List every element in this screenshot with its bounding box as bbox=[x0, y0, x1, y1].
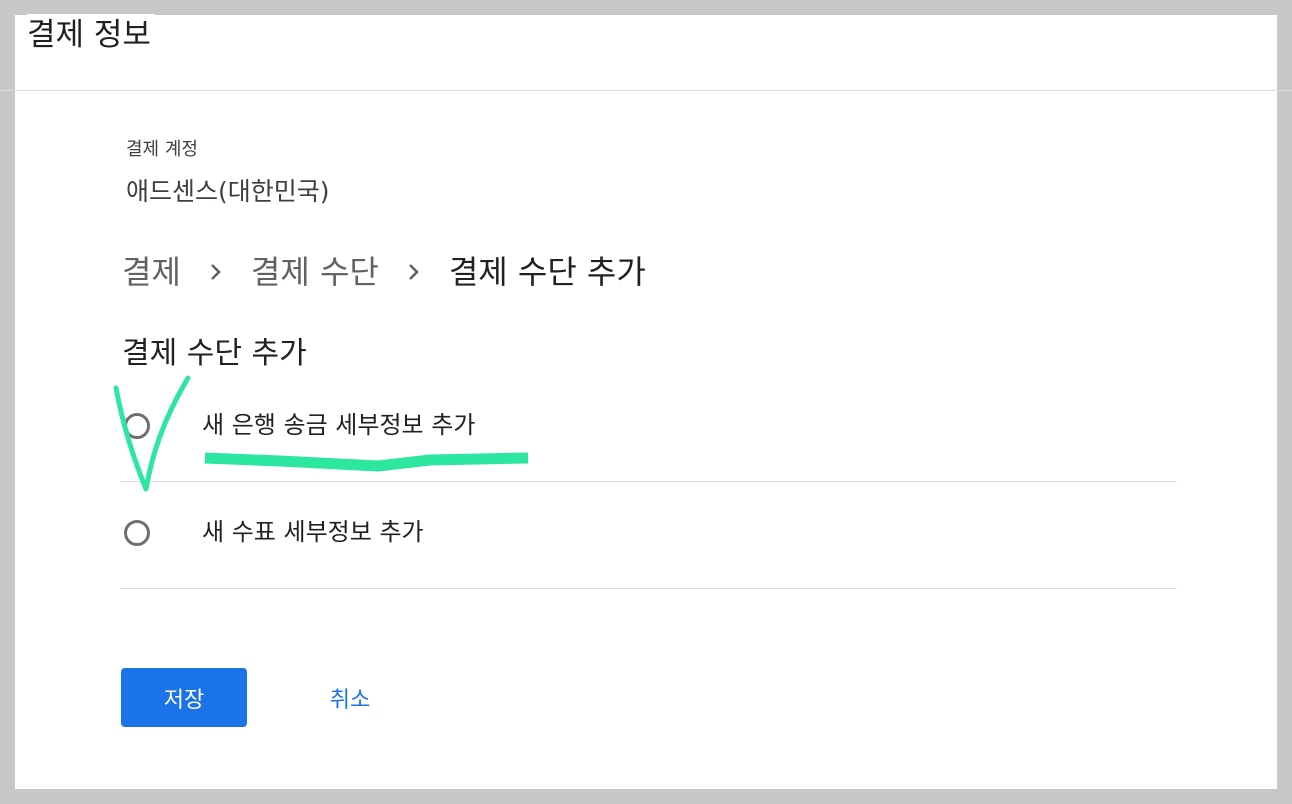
breadcrumb-payment-methods-link[interactable]: 결제 수단 bbox=[251, 249, 379, 295]
chevron-right-icon bbox=[379, 263, 449, 281]
cancel-button[interactable]: 취소 bbox=[310, 668, 390, 727]
breadcrumb-current: 결제 수단 추가 bbox=[448, 253, 646, 291]
option-check[interactable]: 새 수표 세부정보 추가 bbox=[120, 482, 1177, 589]
section-title: 결제 수단 추가 bbox=[122, 336, 307, 371]
bank-transfer-label: 새 은행 송금 세부정보 추가 bbox=[202, 411, 476, 439]
check-label: 새 수표 세부정보 추가 bbox=[202, 518, 424, 546]
payment-account-value: 애드센스(대한민국) bbox=[126, 177, 330, 206]
title-divider bbox=[0, 90, 1292, 91]
chevron-right-icon bbox=[181, 263, 251, 281]
breadcrumb: 결제 결제 수단 결제 수단 추가 bbox=[122, 249, 646, 295]
breadcrumb-payments-link[interactable]: 결제 bbox=[122, 249, 181, 295]
option-bank-transfer[interactable]: 새 은행 송금 세부정보 추가 bbox=[120, 375, 1177, 482]
bank-transfer-radio[interactable] bbox=[124, 413, 150, 439]
save-button[interactable]: 저장 bbox=[121, 668, 247, 727]
payment-account-label: 결제 계정 bbox=[126, 139, 198, 160]
page-title: 결제 정보 bbox=[27, 14, 155, 56]
check-radio[interactable] bbox=[124, 520, 150, 546]
